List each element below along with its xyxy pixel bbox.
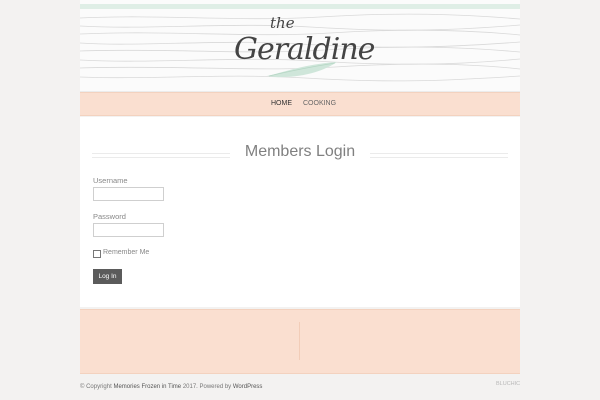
feather-icon <box>267 62 337 78</box>
main-navigation: HOME COOKING <box>80 92 520 116</box>
copyright-text: © Copyright Memories Frozen in Time 2017… <box>80 384 262 390</box>
remember-me-checkbox[interactable] <box>93 250 101 258</box>
site-logo[interactable]: the Geraldine <box>230 12 375 82</box>
password-field[interactable] <box>93 223 164 237</box>
page-title: Members Login <box>244 143 356 160</box>
logo-prefix: the <box>270 14 295 32</box>
username-label: Username <box>93 176 128 185</box>
main-content: Members Login Username Password Remember… <box>80 117 520 307</box>
page-wrapper: the Geraldine HOME COOKING Members Login… <box>80 0 520 400</box>
wordpress-link[interactable]: WordPress <box>233 384 263 390</box>
remember-me-label[interactable]: Remember Me <box>103 249 149 256</box>
log-in-button[interactable]: Log In <box>93 269 122 284</box>
username-field[interactable] <box>93 187 164 201</box>
footer-widget-divider <box>299 322 300 360</box>
theme-credit-link[interactable]: BLUCHIC <box>496 381 520 387</box>
nav-item-home[interactable]: HOME <box>271 100 292 107</box>
copyright-year: 2017. <box>182 384 198 390</box>
password-label: Password <box>93 212 126 221</box>
powered-by-text: Powered by <box>199 384 232 390</box>
footer-widget-area <box>80 309 520 374</box>
site-link[interactable]: Memories Frozen in Time <box>113 384 181 390</box>
site-header: the Geraldine <box>80 0 520 92</box>
copyright-prefix: © Copyright <box>80 384 112 390</box>
page-title-row: Members Login <box>92 143 508 163</box>
nav-item-cooking[interactable]: COOKING <box>303 100 336 107</box>
